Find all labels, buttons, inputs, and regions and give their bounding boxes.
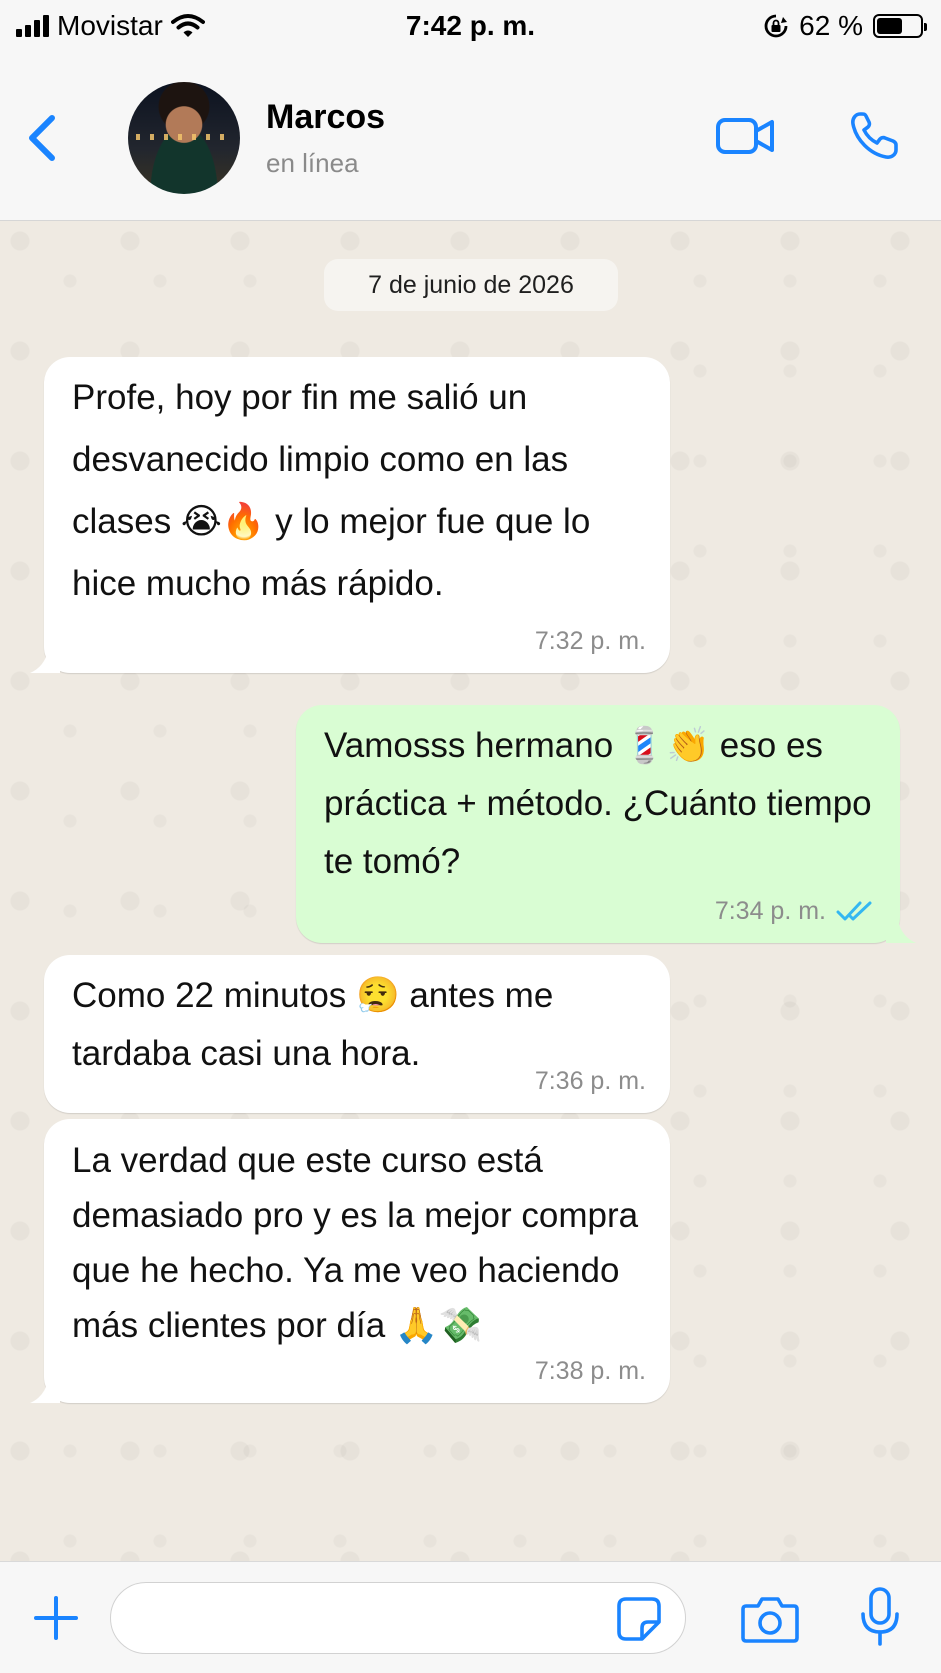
- message-time: 7:36 p. m.: [535, 1067, 646, 1095]
- contact-name[interactable]: Marcos: [266, 98, 385, 137]
- message-line: hice mucho más rápido.: [72, 564, 444, 603]
- message-line: demasiado pro y es la mejor compra: [72, 1196, 639, 1235]
- message-line: clases 😭🔥 y lo mejor fue que lo: [72, 502, 591, 541]
- chat-header: Marcos en línea: [0, 56, 941, 221]
- message-time: 7:32 p. m.: [535, 627, 646, 655]
- read-ticks-icon: [836, 901, 872, 921]
- phone-icon[interactable]: [846, 108, 902, 164]
- camera-icon[interactable]: [740, 1594, 800, 1644]
- message-incoming[interactable]: La verdad que este curso está demasiado …: [30, 1119, 670, 1403]
- message-time: 7:34 p. m.: [715, 897, 876, 925]
- bubble-tail: [30, 651, 60, 673]
- bubble-tail: [886, 921, 916, 943]
- battery-icon: [873, 14, 927, 38]
- message-line: práctica + método. ¿Cuánto tiempo: [324, 784, 872, 823]
- status-bar: Movistar 7:42 p. m. 62 %: [0, 0, 941, 56]
- message-time: 7:38 p. m.: [535, 1357, 646, 1385]
- message-line: La verdad que este curso está: [72, 1141, 543, 1180]
- message-text: La verdad que este curso está demasiado …: [72, 1133, 644, 1353]
- microphone-icon[interactable]: [858, 1586, 902, 1648]
- message-line: Como 22 minutos 😮‍💨 antes me: [72, 976, 554, 1015]
- time-text: 7:32 p. m.: [534, 627, 646, 655]
- input-bar: [0, 1561, 941, 1673]
- sticker-icon[interactable]: [616, 1596, 662, 1642]
- message-text: Profe, hoy por fin me salió un desvaneci…: [72, 367, 644, 615]
- message-line: que he hecho. Ya me veo haciendo: [72, 1251, 620, 1290]
- rotation-lock-icon: [764, 14, 788, 38]
- time-text: 7:34 p. m.: [714, 897, 826, 925]
- message-line: te tomó?: [324, 842, 461, 881]
- message-line: Profe, hoy por fin me salió un: [72, 378, 528, 417]
- plus-icon[interactable]: [32, 1594, 80, 1642]
- contact-status: en línea: [266, 148, 359, 178]
- video-camera-icon[interactable]: [714, 112, 778, 160]
- message-line: más clientes por día 🙏💸: [72, 1306, 483, 1345]
- back-chevron-icon[interactable]: [20, 106, 64, 170]
- time-text: 7:36 p. m.: [534, 1067, 646, 1095]
- bubble-tail: [30, 1381, 60, 1403]
- chat-area[interactable]: 7 de junio de 2026 Profe, hoy por fin me…: [0, 221, 941, 1561]
- avatar[interactable]: [128, 82, 240, 194]
- message-line: desvanecido limpio como en las: [72, 440, 569, 479]
- message-text: Vamosss hermano 💈👏 eso es práctica + mét…: [324, 715, 874, 893]
- message-line: Vamosss hermano 💈👏 eso es: [324, 726, 823, 765]
- status-right: 62 %: [763, 10, 927, 42]
- message-incoming[interactable]: Profe, hoy por fin me salió un desvaneci…: [30, 357, 670, 673]
- message-input[interactable]: [110, 1582, 686, 1654]
- message-incoming[interactable]: Como 22 minutos 😮‍💨 antes me tardaba cas…: [44, 955, 670, 1113]
- message-outgoing[interactable]: Vamosss hermano 💈👏 eso es práctica + mét…: [296, 705, 916, 943]
- battery-percent: 62 %: [799, 10, 863, 41]
- time-text: 7:38 p. m.: [534, 1357, 646, 1385]
- date-separator: 7 de junio de 2026: [324, 259, 618, 311]
